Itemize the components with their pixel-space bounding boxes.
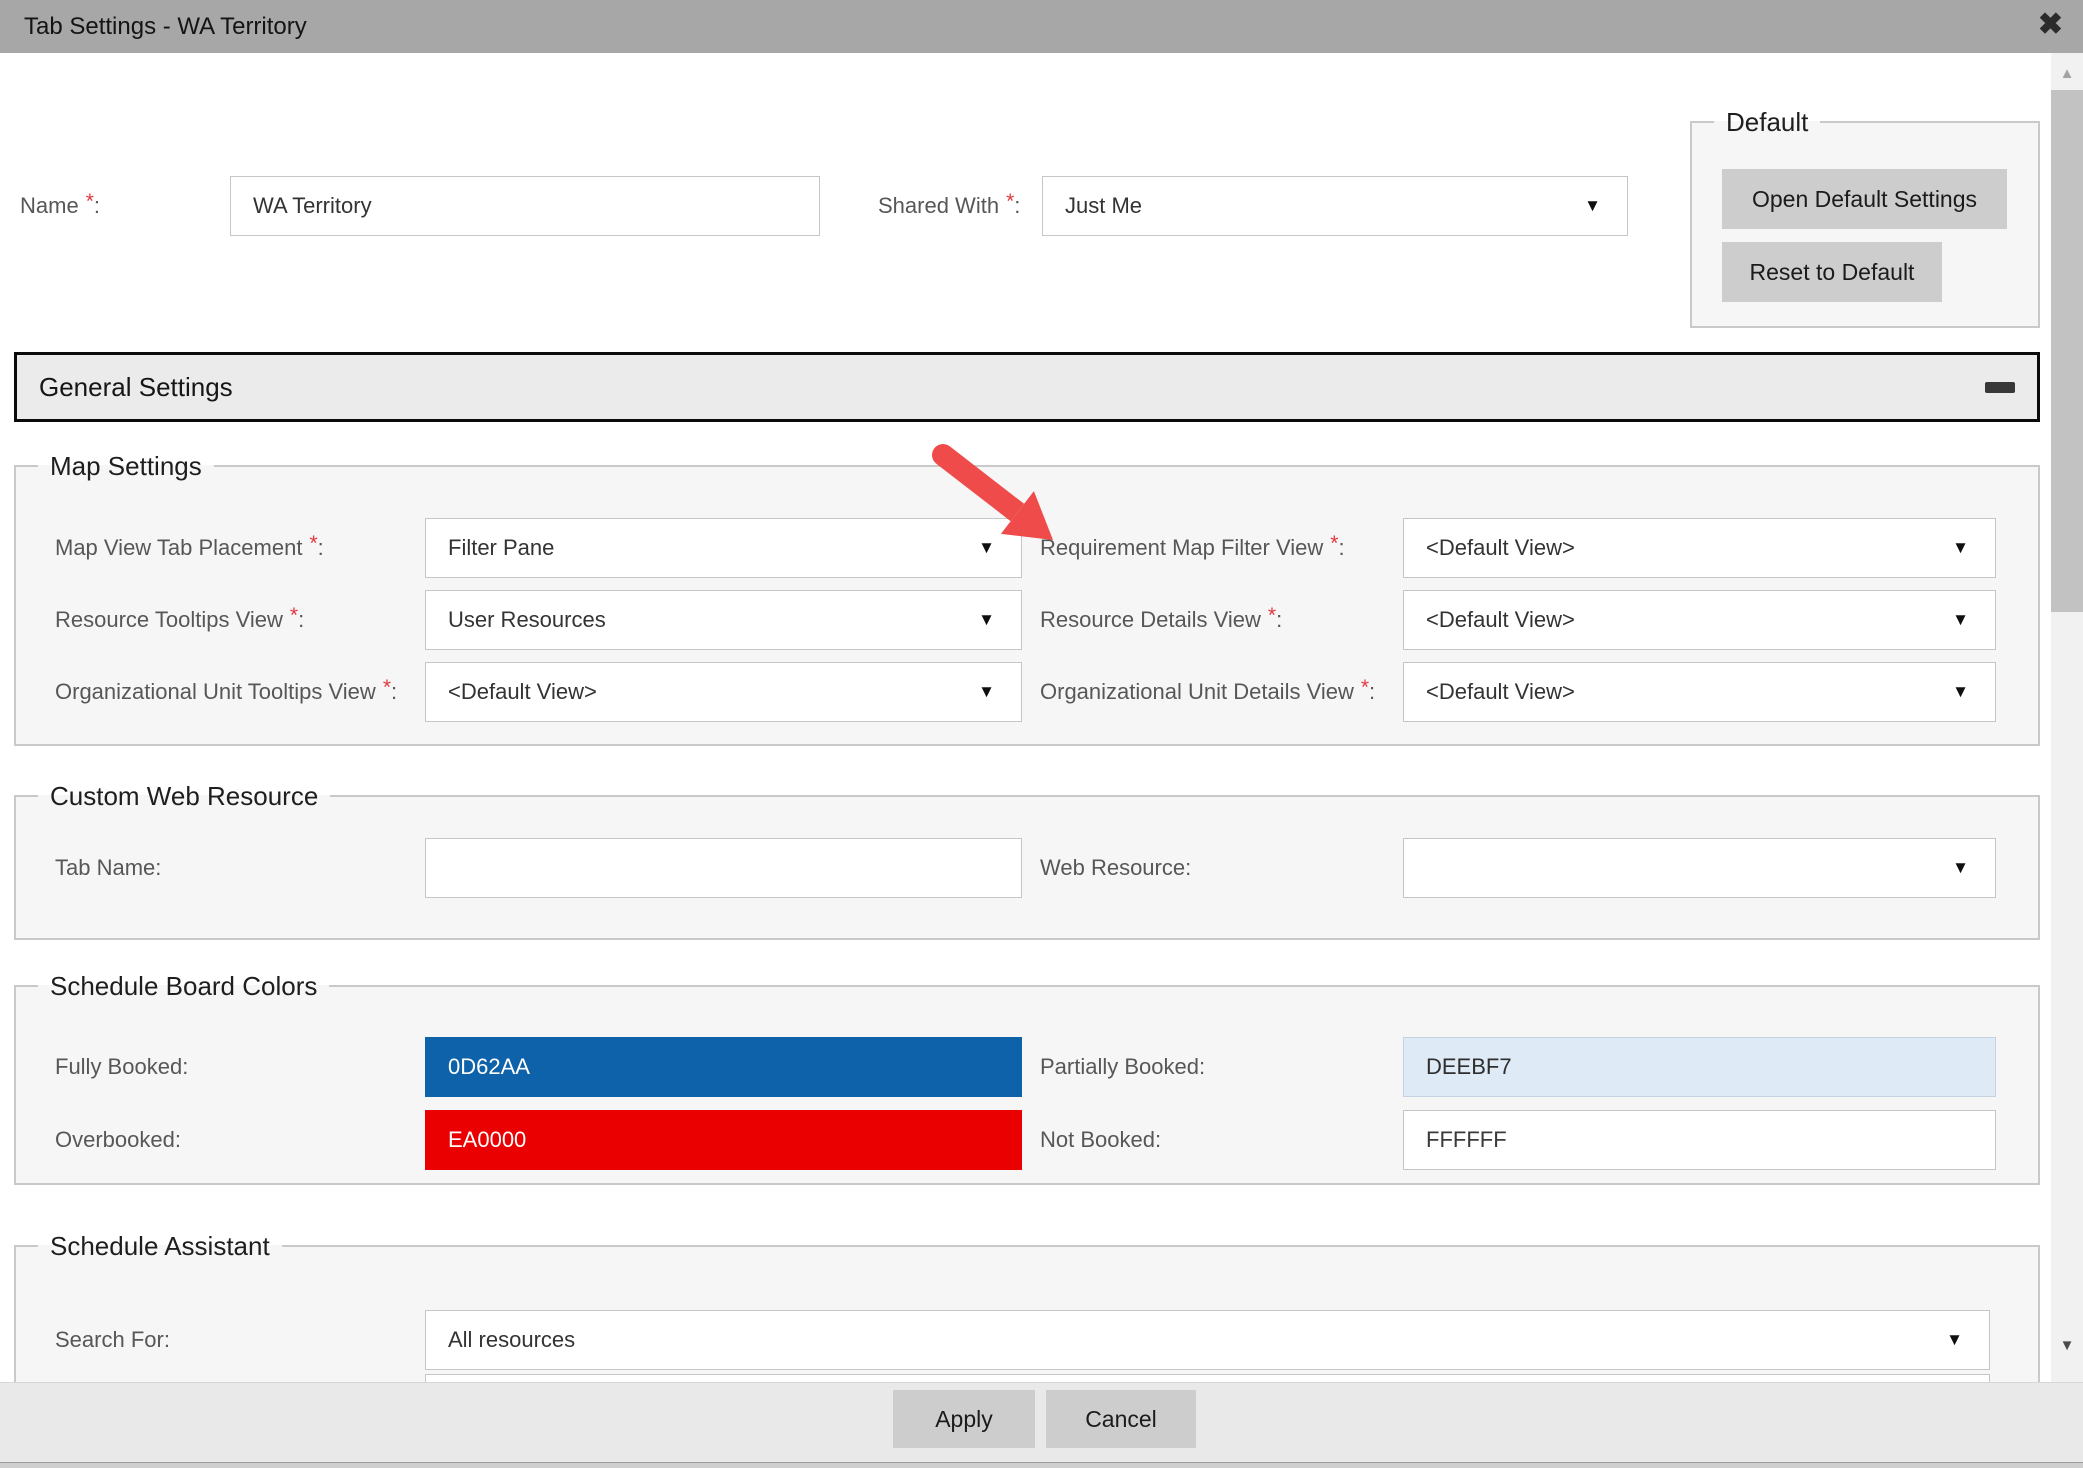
- chevron-down-icon: ▼: [1952, 610, 1969, 630]
- not-booked-input[interactable]: FFFFFF: [1403, 1110, 1996, 1170]
- general-settings-header[interactable]: General Settings: [14, 352, 2040, 422]
- vertical-scrollbar[interactable]: ▲ ▼: [2051, 53, 2083, 1382]
- organizational-unit-details-view-select[interactable]: <Default View> ▼: [1403, 662, 1996, 722]
- chevron-down-icon: ▼: [1952, 858, 1969, 878]
- resource-details-view-label: Resource Details View*:: [1040, 605, 1282, 636]
- required-asterisk: *: [1330, 532, 1338, 555]
- close-icon[interactable]: ✖: [2038, 7, 2063, 42]
- tab-name-input[interactable]: [425, 838, 1022, 898]
- custom-web-resource-legend: Custom Web Resource: [38, 780, 330, 812]
- overbooked-label: Overbooked:: [55, 1125, 181, 1155]
- resource-tooltips-view-label: Resource Tooltips View*:: [55, 605, 304, 636]
- fully-booked-input[interactable]: 0D62AA: [425, 1037, 1022, 1097]
- web-resource-select[interactable]: ▼: [1403, 838, 1996, 898]
- chevron-down-icon: ▼: [978, 682, 995, 702]
- required-asterisk: *: [290, 604, 298, 627]
- required-asterisk: *: [309, 532, 317, 555]
- scrollbar-thumb[interactable]: [2051, 90, 2083, 612]
- fully-booked-label: Fully Booked:: [55, 1052, 188, 1082]
- schedule-board-colors-legend: Schedule Board Colors: [38, 970, 329, 1002]
- required-asterisk: *: [1006, 190, 1014, 213]
- web-resource-label: Web Resource:: [1040, 853, 1191, 883]
- apply-button[interactable]: Apply: [893, 1390, 1035, 1448]
- chevron-down-icon: ▼: [978, 610, 995, 630]
- window-bottom-edge: [0, 1462, 2083, 1468]
- chevron-down-icon: ▼: [1952, 682, 1969, 702]
- title-bar: Tab Settings - WA Territory ✖: [0, 0, 2083, 53]
- schedule-assistant-legend: Schedule Assistant: [38, 1230, 282, 1262]
- shared-with-label: Shared With*:: [878, 191, 1020, 222]
- dialog-title: Tab Settings - WA Territory: [24, 13, 307, 41]
- partially-booked-label: Partially Booked:: [1040, 1052, 1205, 1082]
- not-booked-label: Not Booked:: [1040, 1125, 1161, 1155]
- resource-tooltips-view-select[interactable]: User Resources ▼: [425, 590, 1022, 650]
- scroll-up-icon[interactable]: ▲: [2051, 65, 2083, 82]
- organizational-unit-tooltips-view-label: Organizational Unit Tooltips View*:: [55, 677, 397, 708]
- search-for-select[interactable]: All resources ▼: [425, 1310, 1990, 1370]
- scroll-down-icon[interactable]: ▼: [2051, 1337, 2083, 1354]
- partially-booked-input[interactable]: DEEBF7: [1403, 1037, 1996, 1097]
- red-annotation-arrow-icon: [920, 437, 1080, 557]
- cancel-button[interactable]: Cancel: [1046, 1390, 1196, 1448]
- resource-details-view-select[interactable]: <Default View> ▼: [1403, 590, 1996, 650]
- tab-settings-dialog: Tab Settings - WA Territory ✖ Default Op…: [0, 0, 2083, 1468]
- chevron-down-icon: ▼: [1584, 196, 1601, 216]
- map-view-tab-placement-label: Map View Tab Placement*:: [55, 533, 324, 564]
- general-settings-title: General Settings: [39, 372, 233, 403]
- required-asterisk: *: [86, 190, 94, 213]
- requirement-map-filter-view-select[interactable]: <Default View> ▼: [1403, 518, 1996, 578]
- tab-name-label: Tab Name:: [55, 853, 161, 883]
- reset-to-default-button[interactable]: Reset to Default: [1722, 242, 1942, 302]
- chevron-down-icon: ▼: [1952, 538, 1969, 558]
- required-asterisk: *: [383, 676, 391, 699]
- default-panel-legend: Default: [1714, 106, 1820, 138]
- open-default-settings-button[interactable]: Open Default Settings: [1722, 169, 2007, 229]
- requirement-map-filter-view-label: Requirement Map Filter View*:: [1040, 533, 1345, 564]
- chevron-down-icon: ▼: [1946, 1330, 1963, 1350]
- map-settings-legend: Map Settings: [38, 450, 214, 482]
- organizational-unit-details-view-label: Organizational Unit Details View*:: [1040, 677, 1375, 708]
- footer-bar: [0, 1382, 2083, 1462]
- shared-with-select[interactable]: Just Me ▼: [1042, 176, 1628, 236]
- name-label: Name*:: [20, 191, 100, 222]
- name-field[interactable]: WA Territory: [230, 176, 820, 236]
- search-for-label: Search For:: [55, 1325, 170, 1355]
- collapse-icon[interactable]: [1985, 382, 2015, 393]
- overbooked-input[interactable]: EA0000: [425, 1110, 1022, 1170]
- organizational-unit-tooltips-view-select[interactable]: <Default View> ▼: [425, 662, 1022, 722]
- required-asterisk: *: [1361, 676, 1369, 699]
- required-asterisk: *: [1268, 604, 1276, 627]
